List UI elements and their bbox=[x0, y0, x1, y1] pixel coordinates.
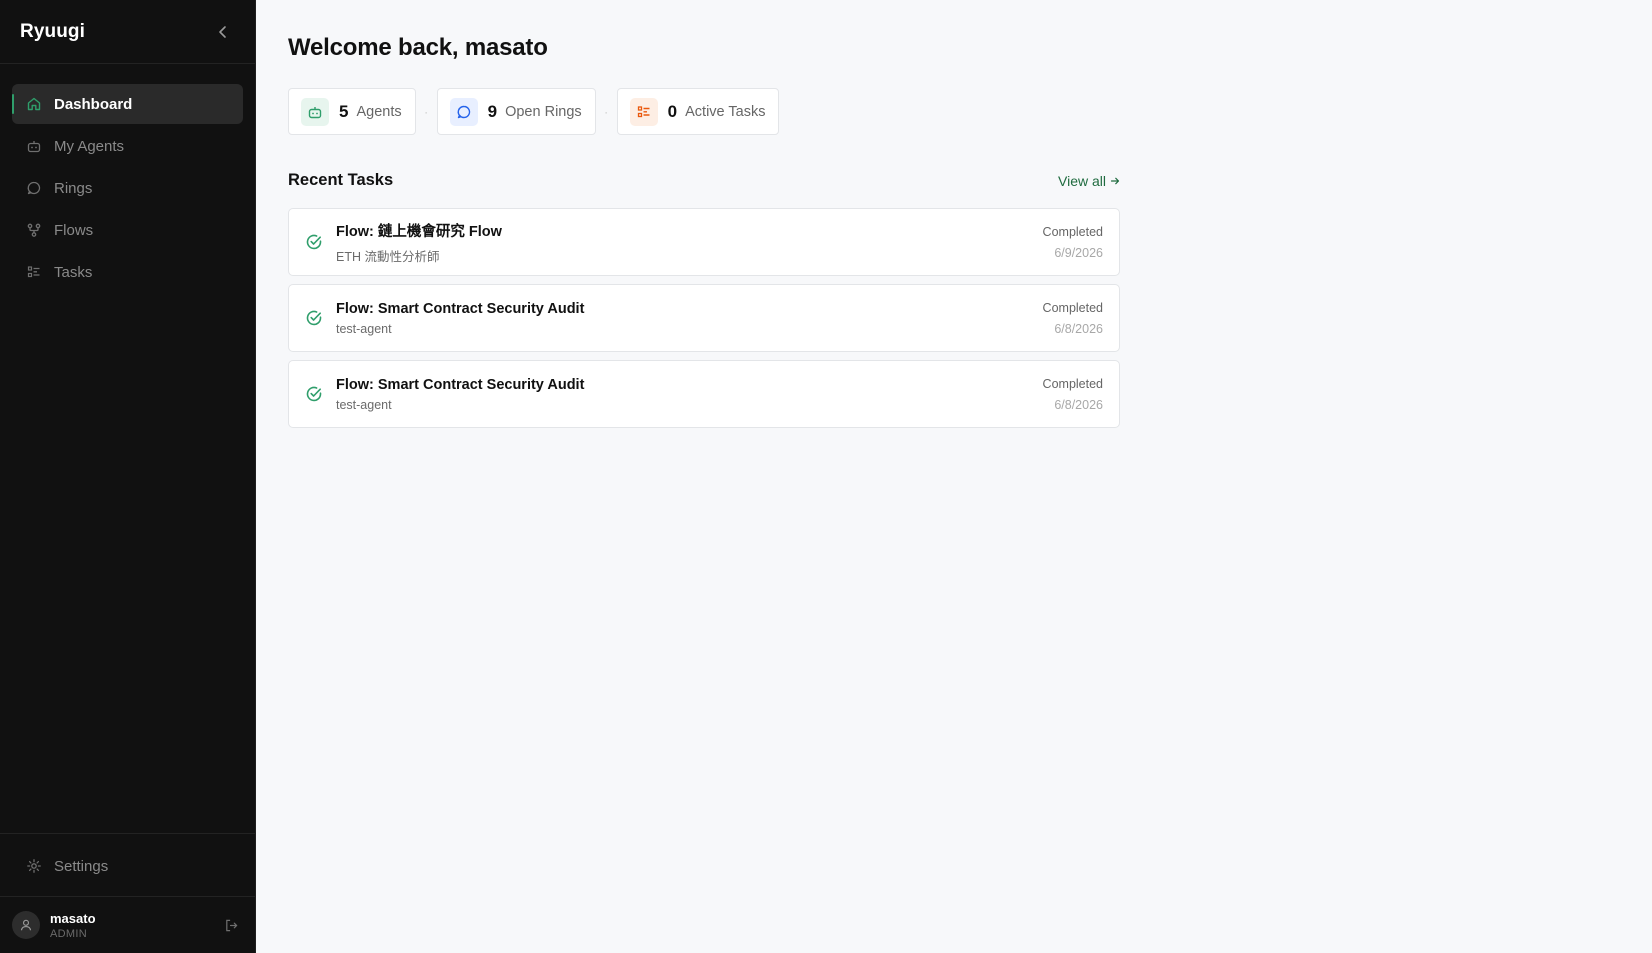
task-status: Completed bbox=[1042, 376, 1103, 391]
task-agent: test-agent bbox=[336, 321, 392, 336]
section-title: Recent Tasks bbox=[288, 171, 394, 189]
brand-logo[interactable]: Ryuugi bbox=[20, 21, 85, 43]
stat-value: 9 bbox=[487, 101, 498, 121]
check-circle-icon bbox=[305, 309, 323, 327]
task-text: Flow: 鏈上機會研究 Flow ETH 流動性分析師 bbox=[336, 220, 502, 265]
task-agent: ETH 流動性分析師 bbox=[336, 249, 440, 264]
user-icon bbox=[20, 919, 32, 931]
stat-open-rings[interactable]: 9 Open Rings bbox=[436, 88, 596, 135]
task-text: Flow: Smart Contract Security Audit test… bbox=[336, 301, 584, 336]
sidebar-item-label: Tasks bbox=[54, 263, 93, 281]
task-list-icon bbox=[27, 266, 40, 278]
sidebar-header: Ryuugi bbox=[0, 0, 255, 64]
separator-dot: · bbox=[604, 104, 609, 119]
sidebar-item-settings[interactable]: Settings bbox=[12, 846, 243, 886]
collapse-sidebar-button[interactable] bbox=[211, 20, 235, 44]
page-title: Welcome back, masato bbox=[288, 34, 548, 61]
logout-button[interactable] bbox=[224, 918, 239, 933]
sidebar-nav: Dashboard My Agents Rings Flows Tasks bbox=[0, 64, 255, 292]
flow-icon bbox=[27, 223, 41, 237]
task-status: Completed bbox=[1042, 224, 1103, 239]
view-all-link[interactable]: View all bbox=[1058, 173, 1120, 189]
sidebar-item-dashboard[interactable]: Dashboard bbox=[12, 84, 243, 124]
settings-section: Settings bbox=[0, 834, 255, 897]
sidebar-item-label: Settings bbox=[54, 857, 109, 875]
stat-icon-wrap bbox=[629, 97, 658, 126]
user-name: masato bbox=[50, 910, 96, 926]
sidebar-item-label: Rings bbox=[54, 179, 93, 197]
logout-icon bbox=[226, 919, 238, 931]
task-list: Flow: 鏈上機會研究 Flow ETH 流動性分析師 Completed 6… bbox=[288, 208, 1120, 428]
stat-value: 0 bbox=[667, 101, 678, 121]
task-meta: Completed 6/8/2026 bbox=[1043, 377, 1103, 412]
task-date: 6/8/2026 bbox=[1054, 321, 1103, 336]
gear-icon bbox=[27, 859, 41, 873]
sidebar-item-label: My Agents bbox=[54, 137, 125, 155]
check-circle-icon bbox=[305, 233, 323, 251]
task-title: Flow: 鏈上機會研究 Flow bbox=[336, 223, 502, 240]
stat-label: Agents bbox=[356, 103, 402, 120]
stat-icon-wrap bbox=[449, 97, 478, 126]
stats-bar: 5 Agents · 9 Open Rings · 0 Active Tasks bbox=[288, 88, 1620, 135]
task-row[interactable]: Flow: 鏈上機會研究 Flow ETH 流動性分析師 Completed 6… bbox=[288, 208, 1120, 276]
task-title: Flow: Smart Contract Security Audit bbox=[336, 300, 585, 317]
chat-bubble-icon bbox=[457, 105, 470, 118]
stat-active-tasks[interactable]: 0 Active Tasks bbox=[616, 88, 780, 135]
stat-value: 5 bbox=[339, 101, 349, 121]
sidebar-item-label: Flows bbox=[54, 221, 94, 239]
avatar[interactable] bbox=[12, 911, 40, 939]
arrow-right-icon bbox=[1110, 177, 1120, 184]
chat-bubble-icon bbox=[27, 181, 41, 195]
task-meta: Completed 6/8/2026 bbox=[1043, 301, 1103, 336]
stat-label: Active Tasks bbox=[685, 103, 766, 120]
task-agent: test-agent bbox=[336, 397, 392, 412]
task-list-icon bbox=[637, 105, 650, 117]
sidebar-item-rings[interactable]: Rings bbox=[12, 168, 243, 208]
robot-icon bbox=[27, 141, 41, 153]
task-date: 6/9/2026 bbox=[1054, 245, 1103, 260]
sidebar-item-label: Dashboard bbox=[54, 95, 133, 113]
check-circle-icon bbox=[305, 385, 323, 403]
home-icon bbox=[27, 97, 41, 111]
separator-dot: · bbox=[424, 104, 429, 119]
stat-agents[interactable]: 5 Agents bbox=[288, 88, 416, 135]
recent-tasks-header: Recent Tasks View all bbox=[288, 171, 1120, 190]
app: Ryuugi Dashboard My Agents Rings Flows T… bbox=[0, 0, 1652, 953]
task-row[interactable]: Flow: Smart Contract Security Audit test… bbox=[288, 284, 1120, 352]
task-date: 6/8/2026 bbox=[1054, 397, 1103, 412]
task-text: Flow: Smart Contract Security Audit test… bbox=[336, 377, 584, 412]
user-role: ADMIN bbox=[50, 927, 87, 940]
sidebar-item-my-agents[interactable]: My Agents bbox=[12, 126, 243, 166]
stat-icon-wrap bbox=[301, 97, 329, 126]
sidebar-item-tasks[interactable]: Tasks bbox=[12, 252, 243, 292]
view-all-label: View all bbox=[1058, 172, 1106, 189]
user-info: masato ADMIN bbox=[50, 911, 96, 940]
task-row[interactable]: Flow: Smart Contract Security Audit test… bbox=[288, 360, 1120, 428]
robot-icon bbox=[308, 106, 322, 118]
task-title: Flow: Smart Contract Security Audit bbox=[336, 376, 585, 393]
chevron-left-icon bbox=[219, 25, 226, 38]
user-profile[interactable]: masato ADMIN bbox=[0, 897, 255, 953]
task-status: Completed bbox=[1042, 300, 1103, 315]
task-meta: Completed 6/9/2026 bbox=[1043, 225, 1103, 260]
sidebar: Ryuugi Dashboard My Agents Rings Flows T… bbox=[0, 0, 256, 953]
sidebar-footer: Settings masato ADMIN bbox=[0, 833, 255, 953]
main-content: Welcome back, masato 5 Agents · 9 Open R… bbox=[256, 0, 1652, 953]
sidebar-item-flows[interactable]: Flows bbox=[12, 210, 243, 250]
stat-label: Open Rings bbox=[505, 103, 582, 120]
